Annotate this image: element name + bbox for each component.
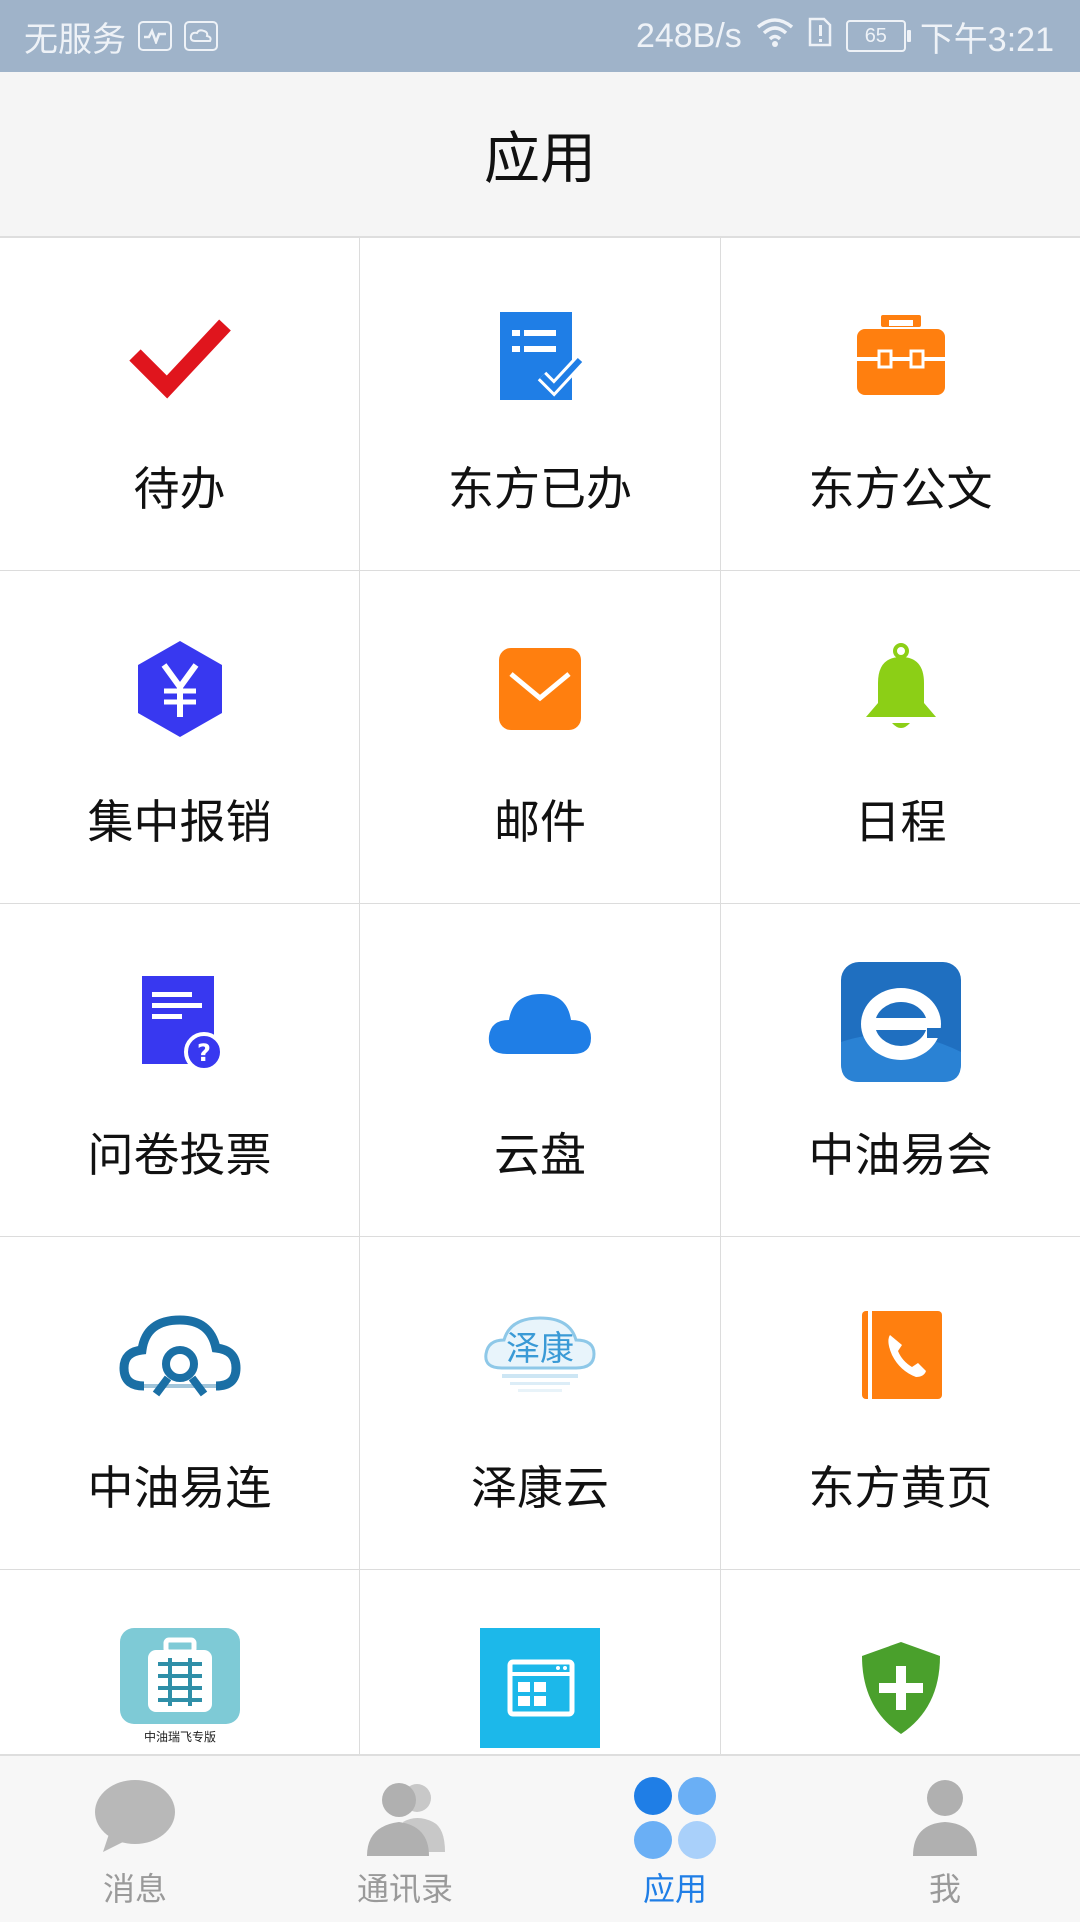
- phonebook-icon: [839, 1293, 963, 1417]
- app-label: 日程: [854, 795, 947, 849]
- cloud-sync-icon: [184, 21, 218, 51]
- tab-contacts[interactable]: 通讯录: [270, 1756, 540, 1922]
- tab-label: 我: [928, 1870, 961, 1908]
- app-header: 应用: [0, 72, 1080, 238]
- app-tile-survey[interactable]: ? 问卷投票: [0, 904, 360, 1237]
- battery-level: 65: [864, 24, 887, 47]
- app-label: 集中报销: [87, 795, 272, 849]
- tab-me[interactable]: 我: [810, 1756, 1080, 1922]
- page-title: 应用: [484, 126, 596, 192]
- cloud-icon: [478, 960, 602, 1084]
- yilian-cloud-icon: [118, 1293, 242, 1417]
- zekang-logo-text: 泽康: [506, 1329, 574, 1369]
- app-tile-reimburse[interactable]: 集中报销: [0, 571, 360, 904]
- zekang-cloud-icon: 泽康: [478, 1293, 602, 1417]
- app-tile-web-app[interactable]: [360, 1570, 721, 1754]
- status-bar: 无服务 248B/s 65 下午3:21: [0, 0, 1080, 72]
- app-tile-security[interactable]: [721, 1570, 1080, 1754]
- carrier-text: 无服务: [24, 20, 126, 59]
- sim-alert-icon: [808, 17, 832, 56]
- ruifei-app-icon: 中油瑞飞专版: [118, 1626, 242, 1750]
- shield-plus-icon: [839, 1626, 963, 1750]
- clock: 下午3:21: [919, 20, 1054, 59]
- app-tile-cloud-disk[interactable]: 云盘: [360, 904, 721, 1237]
- tab-apps[interactable]: 应用: [540, 1756, 810, 1922]
- ruifei-logo-text: 中油瑞飞专版: [143, 1729, 215, 1744]
- app-window-icon: [478, 1626, 602, 1750]
- app-label: 东方公文: [808, 462, 993, 516]
- briefcase-icon: [839, 294, 963, 418]
- app-label: 问卷投票: [87, 1128, 272, 1182]
- contacts-icon: [363, 1776, 447, 1860]
- app-label: 中油易连: [87, 1461, 272, 1515]
- envelope-icon: [478, 627, 602, 751]
- app-tile-done[interactable]: 东方已办: [360, 238, 721, 571]
- app-tile-schedule[interactable]: 日程: [721, 571, 1080, 904]
- chat-bubble-icon: [93, 1776, 177, 1860]
- app-label: 东方黄页: [808, 1461, 993, 1515]
- app-tile-yellowpages[interactable]: 东方黄页: [721, 1237, 1080, 1570]
- app-tile-documents[interactable]: 东方公文: [721, 238, 1080, 571]
- checkmark-icon: [118, 294, 242, 418]
- person-icon: [903, 1776, 987, 1860]
- tab-label: 应用: [642, 1870, 707, 1908]
- app-tile-todo[interactable]: 待办: [0, 238, 360, 571]
- app-tile-ruifei[interactable]: 中油瑞飞专版: [0, 1570, 360, 1754]
- tab-label: 通讯录: [356, 1870, 453, 1908]
- bell-icon: [839, 627, 963, 751]
- app-label: 中油易会: [808, 1128, 993, 1182]
- battery-icon: 65: [845, 20, 911, 52]
- network-speed: 248B/s: [635, 16, 742, 55]
- bottom-tab-bar: 消息 通讯录 应用 我: [0, 1754, 1080, 1922]
- app-tile-zekang[interactable]: 泽康 泽康云: [360, 1237, 721, 1570]
- app-label: 待办: [133, 462, 226, 516]
- app-label: 云盘: [494, 1128, 586, 1182]
- app-tile-mail[interactable]: 邮件: [360, 571, 721, 904]
- tab-messages[interactable]: 消息: [0, 1756, 270, 1922]
- svg-text:?: ?: [197, 1039, 211, 1067]
- yen-hexagon-icon: [118, 627, 242, 751]
- app-label: 泽康云: [471, 1461, 609, 1515]
- done-list-icon: [478, 294, 602, 418]
- app-tile-yilian[interactable]: 中油易连: [0, 1237, 360, 1570]
- survey-doc-icon: ?: [118, 960, 242, 1084]
- activity-icon: [138, 21, 172, 51]
- tab-label: 消息: [102, 1870, 167, 1908]
- app-grid: 待办 东方已办 东方公文 集中报销 邮件 日程 ? 问卷投票 云盘 中油易会 中…: [0, 238, 1080, 1754]
- wifi-icon: [756, 17, 794, 56]
- app-tile-yihui[interactable]: 中油易会: [721, 904, 1080, 1237]
- app-label: 东方已办: [448, 462, 632, 516]
- app-label: 邮件: [494, 795, 586, 849]
- yihui-logo-icon: [839, 960, 963, 1084]
- apps-grid-icon: [633, 1776, 717, 1860]
